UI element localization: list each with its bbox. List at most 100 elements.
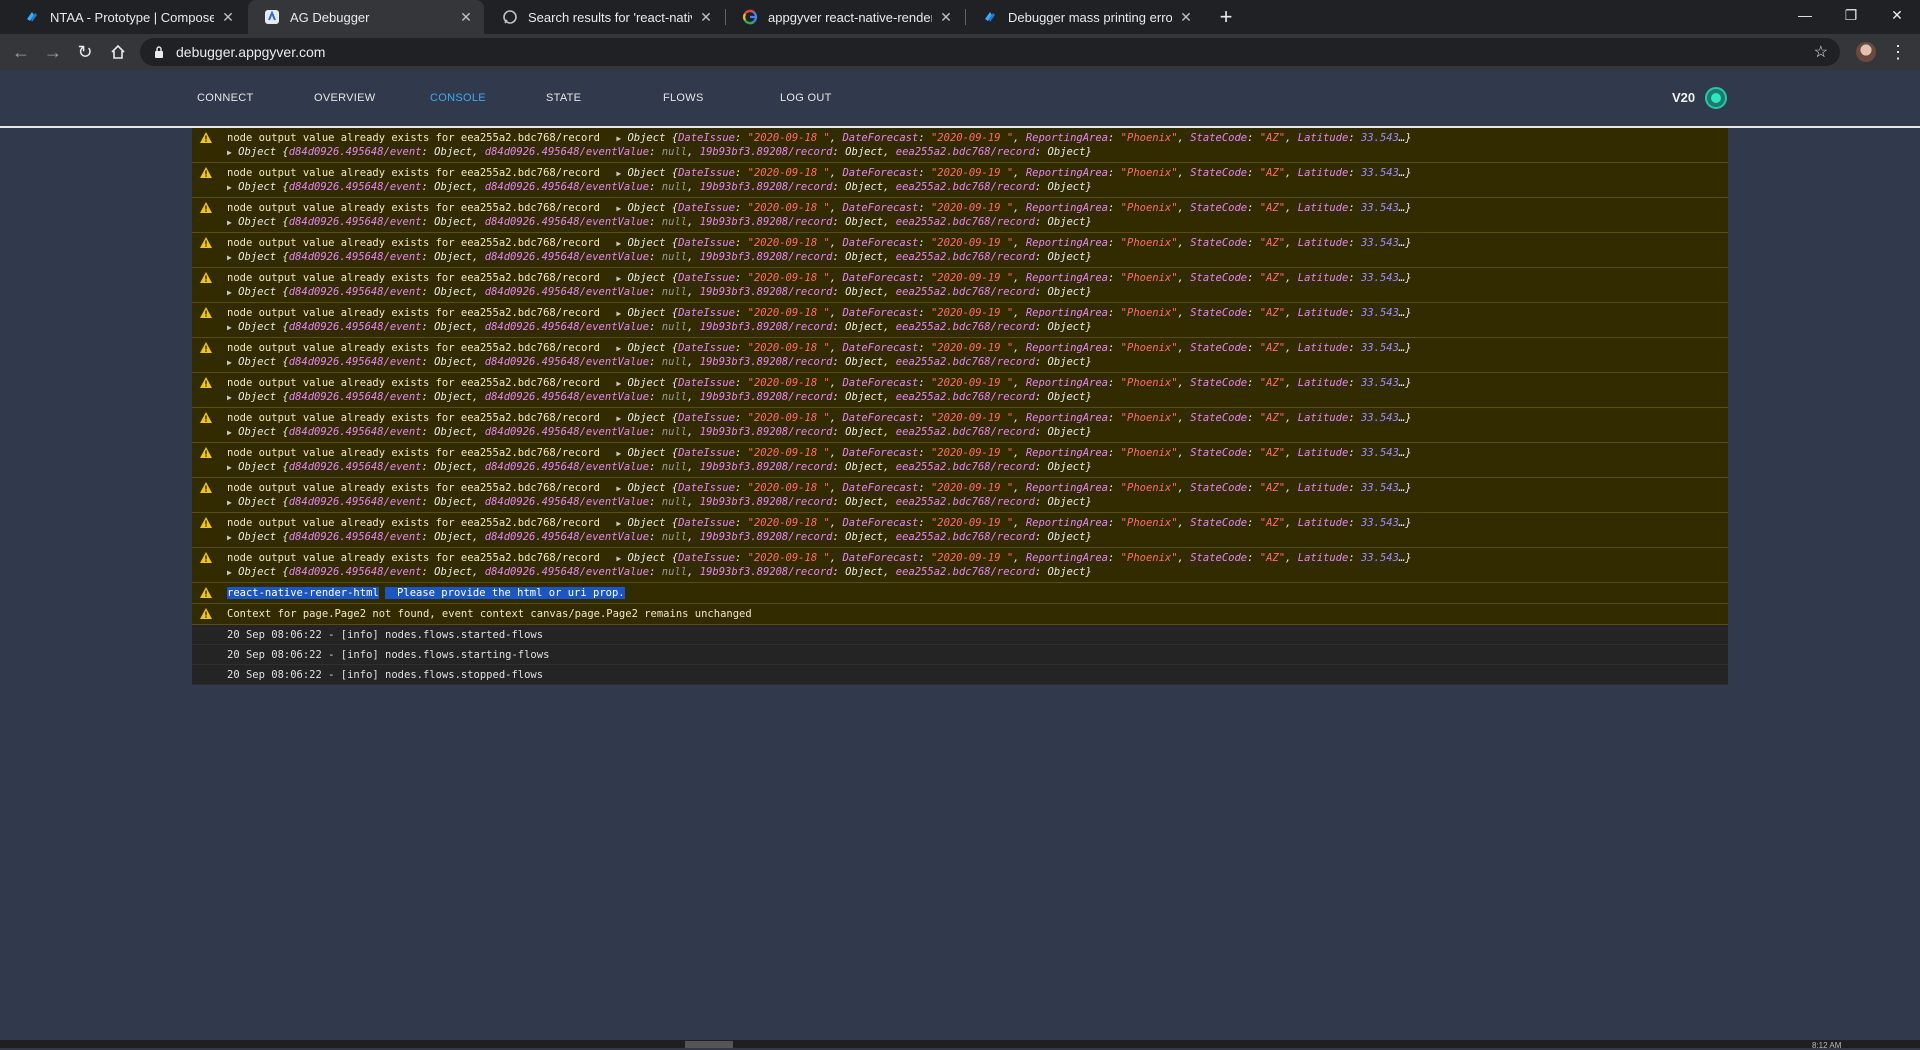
close-icon[interactable]: ✕ (938, 9, 954, 25)
render-html-warning-row[interactable]: react-native-render-html Please provide … (192, 583, 1728, 604)
object-label[interactable]: Object (627, 552, 665, 564)
expand-triangle-icon[interactable]: ▶ (616, 274, 621, 283)
expand-triangle-icon[interactable]: ▶ (616, 449, 621, 458)
horizontal-scrollbar[interactable] (0, 1040, 1920, 1048)
tab-ntaa-prototype[interactable]: NTAA - Prototype | Composer Pr ✕ (8, 0, 246, 34)
nav-console[interactable]: CONSOLE (430, 92, 486, 104)
tab-google-search[interactable]: appgyver react-native-render-htm ✕ (726, 0, 964, 34)
expand-triangle-icon[interactable]: ▶ (616, 239, 621, 248)
tab-search-results[interactable]: Search results for 'react-native-re ✕ (486, 0, 724, 34)
expand-triangle-icon[interactable]: ▶ (227, 463, 232, 472)
home-icon[interactable] (106, 40, 130, 64)
object-label[interactable]: Object (627, 202, 665, 214)
info-log-row[interactable]: 20 Sep 08:06:22 - [info] nodes.flows.sta… (192, 625, 1728, 645)
object-label[interactable]: Object (627, 377, 665, 389)
expand-triangle-icon[interactable]: ▶ (227, 393, 232, 402)
close-icon[interactable]: ✕ (220, 9, 236, 25)
object-label[interactable]: Object (627, 412, 665, 424)
object-label[interactable]: Object (627, 342, 665, 354)
expand-triangle-icon[interactable]: ▶ (227, 568, 232, 577)
object-label[interactable]: Object (627, 237, 665, 249)
duplicate-output-warning-row[interactable]: node output value already exists for eea… (192, 548, 1728, 583)
duplicate-output-warning-row[interactable]: node output value already exists for eea… (192, 233, 1728, 268)
more-menu-icon[interactable]: ⋮ (1889, 40, 1907, 64)
object-label[interactable]: Object (627, 167, 665, 179)
minimize-button[interactable]: — (1782, 0, 1828, 30)
expand-triangle-icon[interactable]: ▶ (227, 253, 232, 262)
tab-ag-debugger[interactable]: AG Debugger ✕ (248, 0, 484, 34)
context-warning-row[interactable]: Context for page.Page2 not found, event … (192, 604, 1728, 625)
object-label[interactable]: Object (238, 426, 276, 438)
info-log-row[interactable]: 20 Sep 08:06:22 - [info] nodes.flows.sto… (192, 665, 1728, 685)
nav-connect[interactable]: CONNECT (197, 92, 254, 104)
bookmark-star-icon[interactable]: ☆ (1814, 42, 1828, 62)
object-label[interactable]: Object (238, 461, 276, 473)
expand-triangle-icon[interactable]: ▶ (227, 323, 232, 332)
info-log-row[interactable]: 20 Sep 08:06:22 - [info] nodes.flows.sta… (192, 645, 1728, 665)
expand-triangle-icon[interactable]: ▶ (227, 533, 232, 542)
restore-button[interactable]: ❐ (1828, 0, 1874, 30)
expand-triangle-icon[interactable]: ▶ (227, 358, 232, 367)
address-bar[interactable]: debugger.appgyver.com ☆ (140, 38, 1840, 66)
expand-triangle-icon[interactable]: ▶ (227, 183, 232, 192)
expand-triangle-icon[interactable]: ▶ (227, 288, 232, 297)
expand-triangle-icon[interactable]: ▶ (616, 169, 621, 178)
reload-icon[interactable]: ↻ (73, 40, 97, 64)
new-tab-button[interactable]: + (1214, 4, 1238, 29)
profile-avatar[interactable] (1856, 42, 1876, 62)
object-label[interactable]: Object (238, 531, 276, 543)
object-label[interactable]: Object (238, 181, 276, 193)
close-icon[interactable]: ✕ (458, 9, 474, 25)
duplicate-output-warning-row[interactable]: node output value already exists for eea… (192, 163, 1728, 198)
object-label[interactable]: Object (238, 251, 276, 263)
object-label[interactable]: Object (238, 496, 276, 508)
nav-log-out[interactable]: LOG OUT (780, 92, 832, 104)
duplicate-output-warning-row[interactable]: node output value already exists for eea… (192, 338, 1728, 373)
expand-triangle-icon[interactable]: ▶ (616, 309, 621, 318)
expand-triangle-icon[interactable]: ▶ (227, 498, 232, 507)
nav-flows[interactable]: FLOWS (663, 92, 704, 104)
forward-arrow-icon[interactable]: → (41, 40, 65, 64)
expand-triangle-icon[interactable]: ▶ (616, 414, 621, 423)
object-label[interactable]: Object (627, 482, 665, 494)
expand-triangle-icon[interactable]: ▶ (616, 344, 621, 353)
expand-triangle-icon[interactable]: ▶ (227, 148, 232, 157)
duplicate-output-warning-row[interactable]: node output value already exists for eea… (192, 513, 1728, 548)
expand-triangle-icon[interactable]: ▶ (616, 519, 621, 528)
expand-triangle-icon[interactable]: ▶ (227, 428, 232, 437)
object-label[interactable]: Object (627, 132, 665, 144)
close-window-button[interactable]: ✕ (1874, 0, 1920, 30)
duplicate-output-warning-row[interactable]: node output value already exists for eea… (192, 268, 1728, 303)
close-icon[interactable]: ✕ (1178, 9, 1194, 25)
expand-triangle-icon[interactable]: ▶ (616, 379, 621, 388)
expand-triangle-icon[interactable]: ▶ (616, 134, 621, 143)
object-label[interactable]: Object (627, 272, 665, 284)
object-label[interactable]: Object (238, 146, 276, 158)
expand-triangle-icon[interactable]: ▶ (616, 554, 621, 563)
duplicate-output-warning-row[interactable]: node output value already exists for eea… (192, 128, 1728, 163)
object-label[interactable]: Object (627, 517, 665, 529)
duplicate-output-warning-row[interactable]: node output value already exists for eea… (192, 303, 1728, 338)
object-label[interactable]: Object (238, 391, 276, 403)
expand-triangle-icon[interactable]: ▶ (616, 204, 621, 213)
object-label[interactable]: Object (238, 566, 276, 578)
object-label[interactable]: Object (238, 321, 276, 333)
nav-overview[interactable]: OVERVIEW (314, 92, 376, 104)
duplicate-output-warning-row[interactable]: node output value already exists for eea… (192, 373, 1728, 408)
tab-debugger-errors[interactable]: Debugger mass printing errors fo ✕ (966, 0, 1204, 34)
object-label[interactable]: Object (238, 286, 276, 298)
expand-triangle-icon[interactable]: ▶ (227, 218, 232, 227)
duplicate-output-warning-row[interactable]: node output value already exists for eea… (192, 478, 1728, 513)
expand-triangle-icon[interactable]: ▶ (616, 484, 621, 493)
object-label[interactable]: Object (238, 356, 276, 368)
back-arrow-icon[interactable]: ← (9, 40, 33, 64)
duplicate-output-warning-row[interactable]: node output value already exists for eea… (192, 198, 1728, 233)
object-label[interactable]: Object (627, 307, 665, 319)
close-icon[interactable]: ✕ (698, 9, 714, 25)
scrollbar-thumb[interactable] (685, 1041, 733, 1048)
object-label[interactable]: Object (627, 447, 665, 459)
duplicate-output-warning-row[interactable]: node output value already exists for eea… (192, 408, 1728, 443)
object-label[interactable]: Object (238, 216, 276, 228)
nav-state[interactable]: STATE (546, 92, 581, 104)
duplicate-output-warning-row[interactable]: node output value already exists for eea… (192, 443, 1728, 478)
